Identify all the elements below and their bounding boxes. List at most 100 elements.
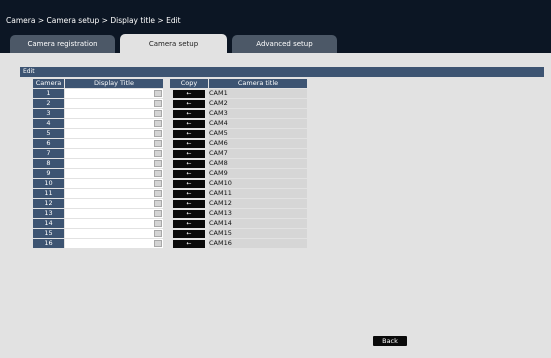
camera-title: CAM2 [209, 99, 307, 108]
copy-arrow-button[interactable]: ← [173, 210, 205, 218]
display-title-cell [65, 209, 163, 218]
keyboard-icon[interactable] [154, 120, 162, 127]
keyboard-icon[interactable] [154, 140, 162, 147]
display-title-cell [65, 179, 163, 188]
copy-arrow-button[interactable]: ← [173, 100, 205, 108]
camera-title: CAM11 [209, 189, 307, 198]
display-title-input[interactable] [65, 129, 149, 138]
table-row: 2 ← CAM2 [33, 99, 307, 108]
display-title-input[interactable] [65, 229, 149, 238]
table-row: 15 ← CAM15 [33, 229, 307, 238]
camera-title: CAM5 [209, 129, 307, 138]
header-camera-title: Camera title [209, 79, 307, 88]
table-row: 8 ← CAM8 [33, 159, 307, 168]
display-title-cell [65, 139, 163, 148]
display-title-input[interactable] [65, 199, 149, 208]
table-row: 3 ← CAM3 [33, 109, 307, 118]
camera-title-table: Camera Display Title Copy Camera title 1… [32, 78, 308, 249]
display-title-input[interactable] [65, 149, 149, 158]
copy-arrow-button[interactable]: ← [173, 160, 205, 168]
copy-arrow-button[interactable]: ← [173, 90, 205, 98]
keyboard-icon[interactable] [154, 90, 162, 97]
keyboard-icon[interactable] [154, 160, 162, 167]
camera-number: 8 [33, 159, 64, 168]
copy-arrow-button[interactable]: ← [173, 230, 205, 238]
table-row: 11 ← CAM11 [33, 189, 307, 198]
tab-strip: Camera registration Camera setup Advance… [0, 31, 551, 53]
display-title-cell [65, 219, 163, 228]
edit-section-header: Edit [20, 67, 544, 77]
keyboard-icon[interactable] [154, 190, 162, 197]
display-title-input[interactable] [65, 139, 149, 148]
display-title-input[interactable] [65, 109, 149, 118]
copy-arrow-button[interactable]: ← [173, 220, 205, 228]
camera-title: CAM16 [209, 239, 307, 248]
table-row: 10 ← CAM10 [33, 179, 307, 188]
keyboard-icon[interactable] [154, 200, 162, 207]
display-title-cell [65, 229, 163, 238]
display-title-input[interactable] [65, 179, 149, 188]
copy-cell: ← [170, 89, 208, 98]
keyboard-icon[interactable] [154, 240, 162, 247]
keyboard-icon[interactable] [154, 100, 162, 107]
section-title: Edit [23, 68, 35, 75]
keyboard-icon[interactable] [154, 150, 162, 157]
camera-title: CAM3 [209, 109, 307, 118]
display-title-cell [65, 129, 163, 138]
copy-arrow-button[interactable]: ← [173, 140, 205, 148]
copy-arrow-button[interactable]: ← [173, 190, 205, 198]
camera-title: CAM6 [209, 139, 307, 148]
display-title-input[interactable] [65, 239, 149, 248]
keyboard-icon[interactable] [154, 110, 162, 117]
camera-number: 13 [33, 209, 64, 218]
display-title-input[interactable] [65, 89, 149, 98]
display-title-input[interactable] [65, 169, 149, 178]
tab-camera-registration[interactable]: Camera registration [10, 35, 115, 53]
table-header-row: Camera Display Title Copy Camera title [33, 79, 307, 88]
table-row: 13 ← CAM13 [33, 209, 307, 218]
copy-arrow-button[interactable]: ← [173, 130, 205, 138]
display-title-cell [65, 109, 163, 118]
keyboard-icon[interactable] [154, 170, 162, 177]
display-title-input[interactable] [65, 189, 149, 198]
copy-arrow-button[interactable]: ← [173, 120, 205, 128]
copy-arrow-button[interactable]: ← [173, 110, 205, 118]
keyboard-icon[interactable] [154, 180, 162, 187]
column-gap [164, 239, 169, 248]
column-gap [164, 219, 169, 228]
keyboard-icon[interactable] [154, 210, 162, 217]
copy-cell: ← [170, 179, 208, 188]
camera-title: CAM8 [209, 159, 307, 168]
camera-title: CAM15 [209, 229, 307, 238]
keyboard-icon[interactable] [154, 130, 162, 137]
display-title-cell [65, 119, 163, 128]
copy-arrow-button[interactable]: ← [173, 170, 205, 178]
camera-number: 16 [33, 239, 64, 248]
copy-cell: ← [170, 119, 208, 128]
copy-arrow-button[interactable]: ← [173, 240, 205, 248]
display-title-input[interactable] [65, 119, 149, 128]
display-title-input[interactable] [65, 99, 149, 108]
copy-cell: ← [170, 199, 208, 208]
display-title-input[interactable] [65, 219, 149, 228]
copy-cell: ← [170, 239, 208, 248]
keyboard-icon[interactable] [154, 220, 162, 227]
copy-cell: ← [170, 149, 208, 158]
tab-advanced-setup[interactable]: Advanced setup [232, 35, 337, 53]
table-row: 16 ← CAM16 [33, 239, 307, 248]
table-body: 1 ← CAM1 2 ← CAM2 3 ← CAM3 4 ← CAM4 5 ← CAM5 6 ← CAM6 7 ← CA… [33, 89, 307, 248]
header-camera: Camera [33, 79, 64, 88]
copy-arrow-button[interactable]: ← [173, 180, 205, 188]
display-title-cell [65, 239, 163, 248]
display-title-input[interactable] [65, 209, 149, 218]
tab-camera-setup[interactable]: Camera setup [120, 34, 227, 53]
column-gap [164, 209, 169, 218]
keyboard-icon[interactable] [154, 230, 162, 237]
display-title-input[interactable] [65, 159, 149, 168]
display-title-cell [65, 159, 163, 168]
copy-arrow-button[interactable]: ← [173, 200, 205, 208]
copy-cell: ← [170, 159, 208, 168]
copy-arrow-button[interactable]: ← [173, 150, 205, 158]
back-button[interactable]: Back [373, 336, 407, 346]
camera-number: 12 [33, 199, 64, 208]
